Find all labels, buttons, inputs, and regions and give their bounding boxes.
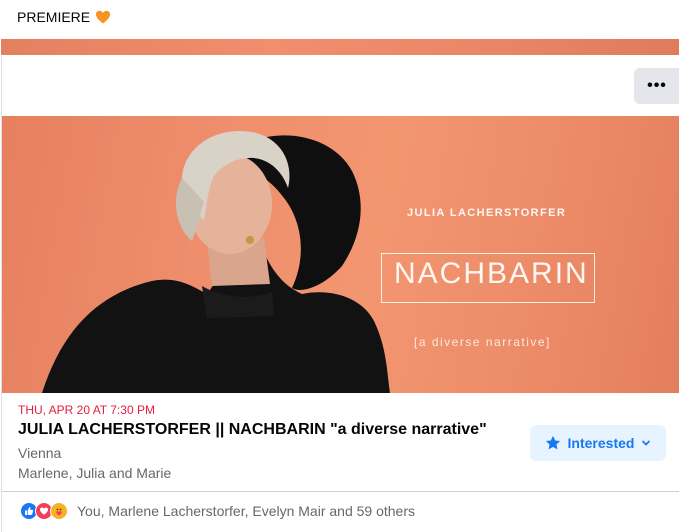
previous-post-image[interactable] <box>1 39 679 55</box>
chevron-down-icon <box>640 437 652 449</box>
care-icon <box>50 502 68 520</box>
cover-title: NACHBARIN <box>394 257 589 290</box>
interested-button[interactable]: Interested <box>530 425 666 461</box>
previous-post: PREMIERE <box>1 0 679 55</box>
cover-artist-name: JULIA LACHERSTORFER <box>407 207 567 219</box>
star-icon <box>544 434 562 452</box>
divider <box>2 491 679 492</box>
event-card: ••• JULIA LACHERSTORFER NACHBARIN [a div… <box>1 56 679 532</box>
event-location: Vienna <box>18 445 62 461</box>
event-title[interactable]: JULIA LACHERSTORFER || NACHBARIN "a dive… <box>18 421 487 439</box>
orange-heart-icon <box>95 9 111 25</box>
more-options-button[interactable]: ••• <box>634 68 679 104</box>
reactions-summary[interactable]: You, Marlene Lacherstorfer, Evelyn Mair … <box>20 502 415 520</box>
event-cover-image[interactable]: JULIA LACHERSTORFER NACHBARIN [a diverse… <box>2 116 679 393</box>
more-dots-icon: ••• <box>647 77 667 94</box>
interested-label: Interested <box>567 435 635 451</box>
event-date: THU, APR 20 AT 7:30 PM <box>18 403 155 417</box>
reactions-text: You, Marlene Lacherstorfer, Evelyn Mair … <box>77 503 416 519</box>
previous-post-text: PREMIERE <box>17 9 111 25</box>
previous-post-label: PREMIERE <box>17 9 91 25</box>
cover-subtitle: [a diverse narrative] <box>414 335 551 349</box>
event-friends-going: Marlene, Julia and Marie <box>18 465 172 481</box>
